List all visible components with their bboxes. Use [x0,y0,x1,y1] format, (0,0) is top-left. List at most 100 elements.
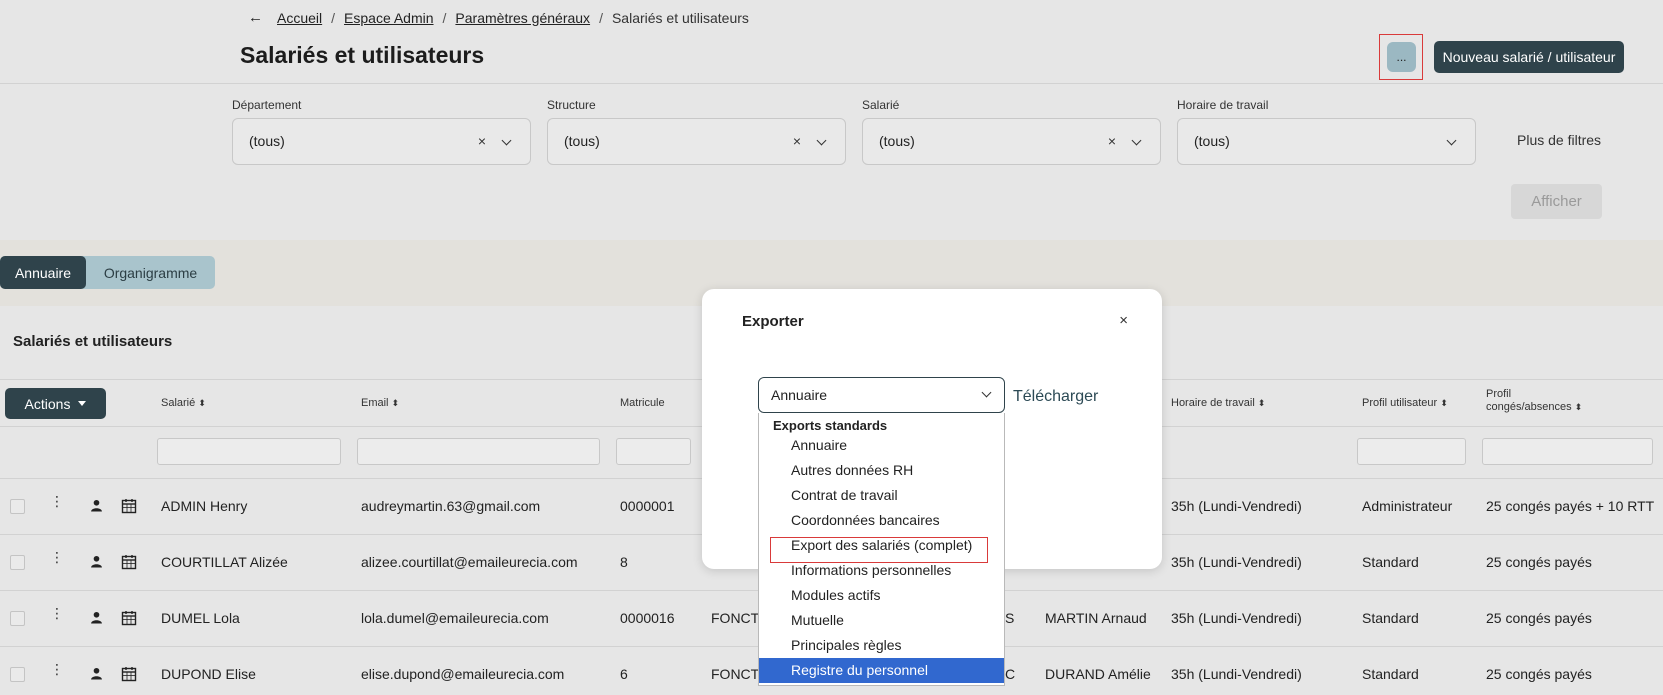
clear-icon[interactable]: × [478,133,486,149]
filter-label: Salarié [862,98,900,112]
column-label: Matricule [620,397,665,409]
breadcrumb-separator: / [599,9,603,26]
clear-icon[interactable]: × [793,133,801,149]
cell-manager: DURAND Amélie [1045,666,1151,682]
cell-matricule: 8 [620,554,628,570]
salarie-select[interactable]: (tous) × [862,118,1161,165]
cell-profil: Administrateur [1362,498,1453,514]
calendar-icon[interactable] [121,554,137,570]
cell-name[interactable]: DUMEL Lola [161,610,240,626]
sort-icon: ⬍ [391,398,400,408]
breadcrumb: ← Accueil / Espace Admin / Paramètres gé… [248,9,749,26]
filter-value: (tous) [1194,133,1230,149]
close-icon[interactable]: × [1119,312,1128,329]
modal-title: Exporter [742,313,804,330]
kebab-icon[interactable]: ⋮ [50,662,64,676]
chevron-down-icon[interactable] [1446,135,1457,146]
arrow-left-icon[interactable]: ← [248,9,263,26]
person-icon[interactable] [90,611,103,624]
page-title: Salariés et utilisateurs [240,42,485,68]
chevron-down-icon[interactable] [981,387,992,398]
cell-conges: 25 congés payés [1486,554,1592,570]
more-filters-link[interactable]: Plus de filtres [1517,132,1601,148]
actions-label: Actions [24,395,71,412]
option-autres-donnees-rh[interactable]: Autres données RH [759,458,1004,483]
new-employee-button[interactable]: Nouveau salarié / utilisateur [1434,41,1624,73]
tab-annuaire[interactable]: Annuaire [0,256,86,289]
chevron-down-icon[interactable] [1131,135,1142,146]
filter-label: Horaire de travail [1177,98,1269,112]
cell-conges: 25 congés payés [1486,666,1592,682]
cell-manager: MARTIN Arnaud [1045,610,1147,626]
option-modules-actifs[interactable]: Modules actifs [759,583,1004,608]
person-icon[interactable] [90,555,103,568]
row-checkbox[interactable] [10,667,25,682]
row-checkbox[interactable] [10,499,25,514]
cell-service: C [1005,666,1016,682]
calendar-icon[interactable] [121,666,137,682]
cell-fonction: FONCTI [711,666,764,682]
filter-horaire: Horaire de travail (tous) [1177,98,1476,165]
breadcrumb-separator: / [442,9,447,26]
more-options-button[interactable]: ... [1387,42,1416,72]
kebab-icon[interactable]: ⋮ [50,550,64,564]
cell-profil: Standard [1362,610,1419,626]
column-label: Email [361,397,389,409]
option-principales-regles[interactable]: Principales règles [759,633,1004,658]
breadcrumb-espace-admin[interactable]: Espace Admin [344,10,434,26]
breadcrumb-accueil[interactable]: Accueil [277,10,322,26]
column-conges[interactable]: Profil congés/absences ⬍ [1486,388,1582,414]
sort-icon: ⬍ [1574,402,1583,412]
option-contrat-de-travail[interactable]: Contrat de travail [759,483,1004,508]
conges-filter-input[interactable] [1482,438,1653,465]
cell-horaire: 35h (Lundi-Vendredi) [1171,610,1302,626]
option-registre-du-personnel[interactable]: Registre du personnel [759,658,1004,683]
kebab-icon[interactable]: ⋮ [50,494,64,508]
option-mutuelle[interactable]: Mutuelle [759,608,1004,633]
show-button[interactable]: Afficher [1511,184,1602,219]
filter-label: Structure [547,98,596,112]
calendar-icon[interactable] [121,498,137,514]
chevron-down-icon[interactable] [501,135,512,146]
person-icon[interactable] [90,499,103,512]
chevron-down-icon[interactable] [816,135,827,146]
export-type-select[interactable]: Annuaire [758,377,1005,413]
option-annuaire[interactable]: Annuaire [759,433,1004,458]
matricule-filter-input[interactable] [616,438,691,465]
cell-fonction: FONCTI [711,610,764,626]
clear-icon[interactable]: × [1108,133,1116,149]
structure-select[interactable]: (tous) × [547,118,846,165]
cell-horaire: 35h (Lundi-Vendredi) [1171,666,1302,682]
cell-email: alizee.courtillat@emaileurecia.com [361,554,578,570]
row-checkbox[interactable] [10,611,25,626]
cell-name[interactable]: DUPOND Elise [161,666,256,682]
email-filter-input[interactable] [357,438,600,465]
column-salarie[interactable]: Salarié ⬍ [161,397,206,409]
column-matricule[interactable]: Matricule [620,397,665,409]
profil-filter-input[interactable] [1357,438,1466,465]
salarie-filter-input[interactable] [157,438,341,465]
filter-value: (tous) [249,133,285,149]
option-coordonnees-bancaires[interactable]: Coordonnées bancaires [759,508,1004,533]
kebab-icon[interactable]: ⋮ [50,606,64,620]
download-button[interactable]: Télécharger [1013,388,1098,406]
cell-name[interactable]: ADMIN Henry [161,498,247,514]
departement-select[interactable]: (tous) × [232,118,531,165]
cell-matricule: 0000001 [620,498,675,514]
breadcrumb-parametres-generaux[interactable]: Paramètres généraux [455,10,590,26]
person-icon[interactable] [90,667,103,680]
filter-label: Département [232,98,302,112]
actions-button[interactable]: Actions [5,388,106,419]
filter-departement: Département (tous) × [232,98,531,165]
filters-panel: Département (tous) × Structure (tous) × … [0,85,1663,240]
horaire-select[interactable]: (tous) [1177,118,1476,165]
row-checkbox[interactable] [10,555,25,570]
tab-organigramme[interactable]: Organigramme [86,256,215,289]
cell-name[interactable]: COURTILLAT Alizée [161,554,288,570]
calendar-icon[interactable] [121,610,137,626]
more-button-highlight: ... [1379,34,1423,80]
column-email[interactable]: Email ⬍ [361,397,399,409]
column-horaire[interactable]: Horaire de travail ⬍ [1171,397,1265,409]
column-profil[interactable]: Profil utilisateur ⬍ [1362,397,1448,409]
cell-horaire: 35h (Lundi-Vendredi) [1171,498,1302,514]
